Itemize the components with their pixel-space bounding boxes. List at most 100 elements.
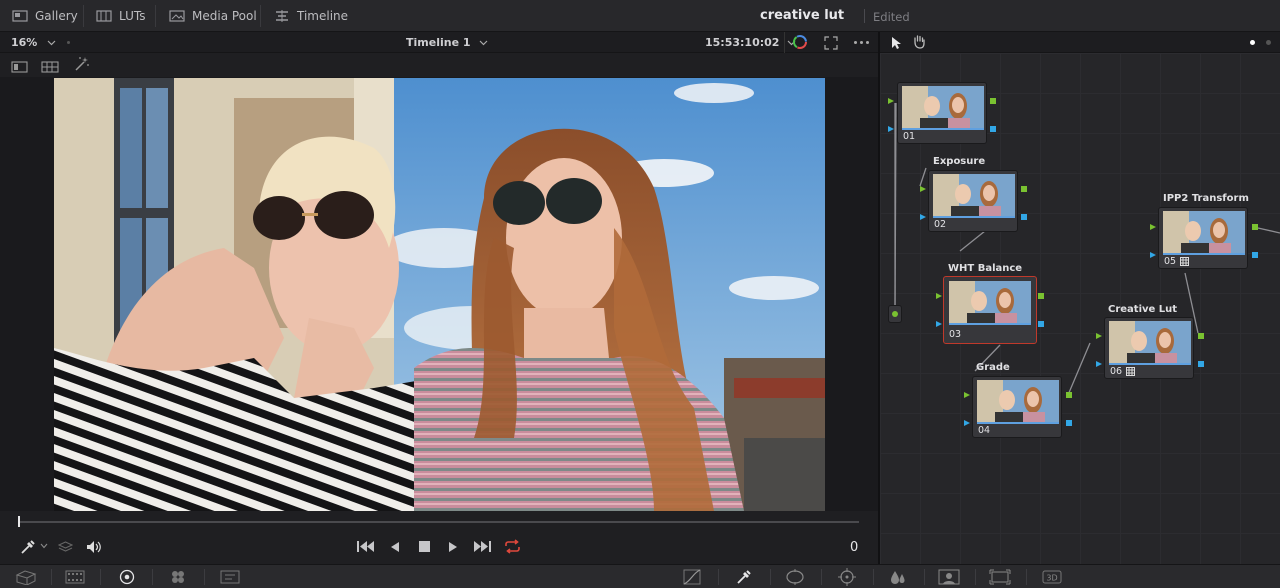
- media-pool-tab[interactable]: Media Pool: [157, 0, 269, 32]
- more-options-button[interactable]: [854, 41, 869, 44]
- timeline-name: Timeline 1: [406, 36, 471, 49]
- pointer-icon: [892, 37, 901, 49]
- divider: [100, 569, 101, 585]
- input-node[interactable]: [888, 305, 902, 323]
- play-button[interactable]: [448, 541, 458, 553]
- rgb-input-arrow[interactable]: [1096, 333, 1102, 339]
- tracker-button[interactable]: [836, 568, 858, 586]
- timecode-dropdown[interactable]: 15:53:10:02: [705, 36, 796, 49]
- lightbox-button[interactable]: [64, 568, 86, 586]
- rgb-output-pin[interactable]: [1066, 392, 1072, 398]
- node-graph[interactable]: 01 Exposure 02 WHT Balance 03 Grade 04 I…: [880, 53, 1280, 564]
- key-input-arrow[interactable]: [920, 214, 926, 220]
- motion-effects-button[interactable]: [219, 568, 241, 586]
- node-01[interactable]: 01: [897, 82, 987, 144]
- volume-button[interactable]: [86, 540, 102, 554]
- key-output-pin[interactable]: [1038, 321, 1044, 327]
- curves-icon: [683, 569, 701, 585]
- key-output-pin[interactable]: [1252, 252, 1258, 258]
- node-06[interactable]: 06: [1104, 317, 1194, 379]
- divider: [260, 5, 261, 27]
- stop-button[interactable]: [419, 541, 430, 552]
- rgb-output-pin[interactable]: [990, 98, 996, 104]
- more-icon: [854, 41, 869, 44]
- rgb-input-arrow[interactable]: [936, 293, 942, 299]
- luts-tab[interactable]: LUTs: [84, 0, 157, 32]
- divider: [152, 569, 153, 585]
- node-02[interactable]: 02: [928, 170, 1018, 232]
- node-04[interactable]: 04: [972, 376, 1062, 438]
- key-input-arrow[interactable]: [1150, 252, 1156, 258]
- eyedropper-icon: [737, 570, 751, 584]
- zoom-dropdown[interactable]: 16%: [11, 36, 56, 49]
- key-input-arrow[interactable]: [888, 126, 894, 132]
- node-05[interactable]: 05: [1158, 207, 1248, 269]
- split-viewer-button[interactable]: [41, 58, 59, 77]
- node-03[interactable]: 03: [943, 276, 1037, 344]
- rgb-input-arrow[interactable]: [964, 392, 970, 398]
- eyedropper-button[interactable]: [20, 539, 36, 555]
- power-window-icon: [786, 569, 804, 585]
- qualifier-button[interactable]: [733, 568, 755, 586]
- chevron-down-icon: [47, 40, 56, 45]
- 3d-button[interactable]: 3D: [1041, 568, 1063, 586]
- magic-wand-button[interactable]: [74, 56, 90, 76]
- eyedropper-dropdown[interactable]: [40, 543, 48, 549]
- viewer-frame[interactable]: [54, 78, 825, 511]
- fullscreen-button[interactable]: [824, 35, 838, 54]
- timeline-tab[interactable]: Timeline: [262, 0, 360, 32]
- 3d-icon: 3D: [1042, 570, 1062, 584]
- clips-button[interactable]: [15, 568, 37, 586]
- rgb-input-arrow[interactable]: [1150, 224, 1156, 230]
- rgb-mixer-button[interactable]: [167, 568, 189, 586]
- playhead[interactable]: [18, 516, 20, 527]
- go-to-end-button[interactable]: [473, 540, 491, 553]
- go-to-start-button[interactable]: [357, 540, 375, 553]
- key-input-arrow[interactable]: [936, 321, 942, 327]
- node-thumbnail: [949, 281, 1031, 325]
- pointer-tool-button[interactable]: [890, 35, 902, 54]
- chevron-down-icon: [479, 40, 487, 45]
- layers-button[interactable]: [58, 540, 73, 554]
- rgb-output-pin[interactable]: [1252, 224, 1258, 230]
- blur-button[interactable]: [887, 568, 909, 586]
- active-indicator: [1250, 40, 1255, 45]
- key-output-pin[interactable]: [1066, 420, 1072, 426]
- gallery-tab[interactable]: Gallery: [0, 0, 90, 32]
- key-output-pin[interactable]: [1021, 214, 1027, 220]
- divider: [155, 5, 156, 27]
- input-pin: [892, 311, 898, 317]
- gallery-label: Gallery: [35, 9, 78, 23]
- rgb-output-pin[interactable]: [1038, 293, 1044, 299]
- reverse-play-button[interactable]: [390, 541, 400, 553]
- loop-button[interactable]: [504, 539, 521, 554]
- single-viewer-button[interactable]: [11, 58, 28, 77]
- node-thumbnail: [1109, 321, 1191, 365]
- video-frame-image: [54, 78, 825, 511]
- rgb-input-arrow[interactable]: [920, 186, 926, 192]
- clips-icon: [15, 570, 37, 585]
- rgb-input-arrow[interactable]: [888, 98, 894, 104]
- key-output-pin[interactable]: [990, 126, 996, 132]
- curves-button[interactable]: [681, 568, 703, 586]
- timeline-label: Timeline: [297, 9, 349, 23]
- timeline-selector[interactable]: Timeline 1: [406, 36, 488, 49]
- color-wheel-button[interactable]: [792, 34, 808, 54]
- node-number: 01: [903, 131, 916, 142]
- divider: [718, 569, 719, 585]
- rgb-output-pin[interactable]: [1198, 333, 1204, 339]
- grid-icon: [65, 570, 85, 584]
- sizing-button[interactable]: [989, 568, 1011, 586]
- key-input-arrow[interactable]: [964, 420, 970, 426]
- speaker-icon: [87, 541, 101, 553]
- scrubber-bar[interactable]: [18, 521, 859, 523]
- key-button[interactable]: [938, 568, 960, 586]
- color-wheels-page-button[interactable]: [116, 568, 138, 586]
- rgb-output-pin[interactable]: [1021, 186, 1027, 192]
- circles-icon: [172, 571, 184, 583]
- key-output-pin[interactable]: [1198, 361, 1204, 367]
- node-number: 04: [978, 425, 991, 436]
- hand-tool-button[interactable]: [912, 34, 926, 53]
- window-button[interactable]: [784, 568, 806, 586]
- key-input-arrow[interactable]: [1096, 361, 1102, 367]
